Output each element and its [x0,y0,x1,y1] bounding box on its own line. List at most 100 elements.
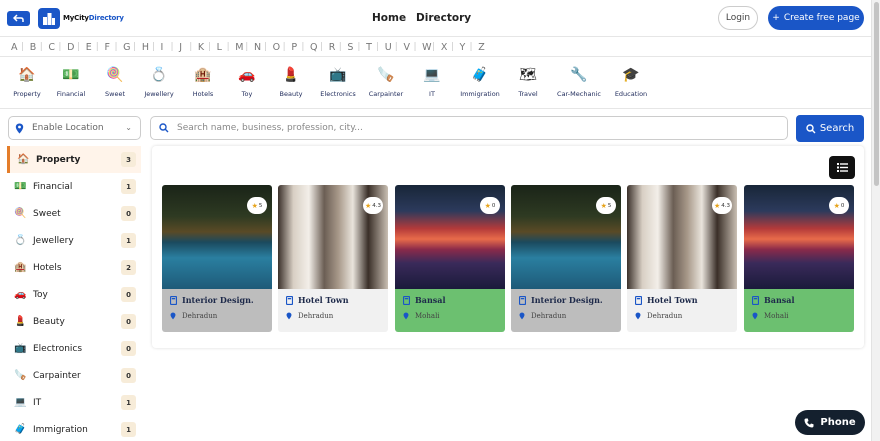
hotel-icon: 🏨 [194,67,212,83]
count-badge: 0 [121,206,136,221]
nav-directory-link[interactable]: Directory [416,12,471,24]
category-label: Financial [56,90,86,98]
alphabet-letter-c[interactable]: C [48,42,67,53]
alphabet-letter-u[interactable]: U [385,42,404,53]
count-badge: 2 [121,260,136,275]
alphabet-letter-w[interactable]: W [422,42,441,53]
listing-title[interactable]: Bansal [415,295,446,305]
login-button[interactable]: Login [718,6,758,30]
create-free-page-button[interactable]: + Create free page [768,6,864,30]
listing-info: Interior Design. Dehradun [511,289,621,332]
alphabet-letter-k[interactable]: K [198,42,217,53]
listing-image[interactable]: ★ 0 [395,185,505,289]
listing-card[interactable]: ★ 0 Bansal Mohali [395,185,505,332]
alphabet-letter-f[interactable]: F [104,42,123,53]
alphabet-letter-s[interactable]: S [347,42,366,53]
category-car-mechanic[interactable]: 🔧 Car-Mechanic [549,66,609,98]
category-education[interactable]: 🎓 Education [601,66,661,98]
category-label: Carpainter [368,90,404,98]
alphabet-letter-x[interactable]: X [441,42,460,53]
category-label: Immigration [460,90,500,98]
jewellery-icon: 💍 [14,235,27,246]
listing-title-row: Interior Design. [519,295,613,305]
alphabet-letter-a[interactable]: A [11,42,30,53]
listing-title[interactable]: Interior Design. [531,295,603,305]
rating-value: 0 [840,202,845,209]
sidebar-item-hotels[interactable]: 🏨 Hotels 2 [7,254,141,281]
listing-title[interactable]: Interior Design. [182,295,254,305]
sweet-icon: 🍭 [106,67,124,83]
star-icon: ★ [364,201,372,210]
phone-label: Phone [820,417,856,428]
alphabet-letter-j[interactable]: J [179,42,198,53]
listing-card[interactable]: ★ 0 Bansal Mohali [744,185,854,332]
location-pin-icon [403,312,409,320]
listing-card[interactable]: ★ 5 Interior Design. Dehradun [162,185,272,332]
sidebar-item-financial[interactable]: 💵 Financial 1 [7,173,141,200]
electronics-icon: 📺 [329,67,347,83]
sidebar-item-it[interactable]: 💻 IT 1 [7,389,141,416]
listing-title[interactable]: Hotel Town [298,295,349,305]
car-toy-icon: 🚗 [238,67,256,83]
brand-logo[interactable] [38,8,60,29]
alphabet-letter-l[interactable]: L [217,42,236,53]
page-scrollbar[interactable] [871,0,880,441]
alphabet-letter-q[interactable]: Q [310,42,329,53]
back-arrow-icon [13,14,24,22]
alphabet-letter-n[interactable]: N [254,42,273,53]
listing-card[interactable]: ★ 4.3 Hotel Town Dehradun [278,185,388,332]
listing-image[interactable]: ★ 5 [511,185,621,289]
brand-suffix: Directory [88,14,124,22]
alphabet-letter-i[interactable]: I [161,42,180,53]
sidebar-item-toy[interactable]: 🚗 Toy 0 [7,281,141,308]
alphabet-letter-t[interactable]: T [366,42,385,53]
brand-name[interactable]: MyCityDirectory [63,14,124,22]
alphabet-letter-p[interactable]: P [291,42,310,53]
sidebar-item-property[interactable]: 🏠 Property 3 [7,146,141,173]
location-select[interactable]: Enable Location ⌄ [8,116,141,140]
alphabet-letter-e[interactable]: E [86,42,105,53]
nav-home-link[interactable]: Home [372,12,406,24]
plus-icon: + [772,13,780,23]
back-button[interactable] [7,11,30,26]
star-icon: ★ [713,201,721,210]
phone-button[interactable]: Phone [795,410,865,435]
sidebar-item-sweet[interactable]: 🍭 Sweet 0 [7,200,141,227]
listing-image[interactable]: ★ 4.3 [627,185,737,289]
alphabet-letter-z[interactable]: Z [478,42,497,53]
sidebar-item-jewellery[interactable]: 💍 Jewellery 1 [7,227,141,254]
category-label: Sweet [105,90,125,98]
listing-title[interactable]: Hotel Town [647,295,698,305]
listing-city-row: Dehradun [286,312,380,320]
travel-icon: 🗺 [519,67,537,83]
listing-title[interactable]: Bansal [764,295,795,305]
listing-card[interactable]: ★ 4.3 Hotel Town Dehradun [627,185,737,332]
sidebar-item-immigration[interactable]: 🧳 Immigration 1 [7,416,141,441]
alphabet-letter-r[interactable]: R [329,42,348,53]
alphabet-letter-d[interactable]: D [67,42,86,53]
search-button[interactable]: Search [796,115,864,142]
house-icon: 🏠 [18,67,36,83]
alphabet-letter-o[interactable]: O [273,42,292,53]
listing-image[interactable]: ★ 4.3 [278,185,388,289]
listing-image[interactable]: ★ 0 [744,185,854,289]
rating-value: 5 [607,202,612,209]
scrollbar-thumb[interactable] [874,2,879,186]
alphabet-letter-g[interactable]: G [123,42,142,53]
category-label: Beauty [279,90,303,98]
listing-info: Bansal Mohali [395,289,505,332]
alphabet-letter-h[interactable]: H [142,42,161,53]
alphabet-letter-y[interactable]: Y [460,42,479,53]
listing-image[interactable]: ★ 5 [162,185,272,289]
alphabet-letter-b[interactable]: B [30,42,49,53]
rating-badge: ★ 4.3 [712,197,732,214]
search-input[interactable]: Search name, business, profession, city.… [150,116,788,140]
count-badge: 1 [121,395,136,410]
list-view-button[interactable] [829,156,855,179]
listing-card[interactable]: ★ 5 Interior Design. Dehradun [511,185,621,332]
sidebar-item-beauty[interactable]: 💄 Beauty 0 [7,308,141,335]
alphabet-letter-v[interactable]: V [403,42,422,53]
alphabet-letter-m[interactable]: M [235,42,254,53]
sidebar-item-carpainter[interactable]: 🪚 Carpainter 0 [7,362,141,389]
sidebar-item-electronics[interactable]: 📺 Electronics 0 [7,335,141,362]
